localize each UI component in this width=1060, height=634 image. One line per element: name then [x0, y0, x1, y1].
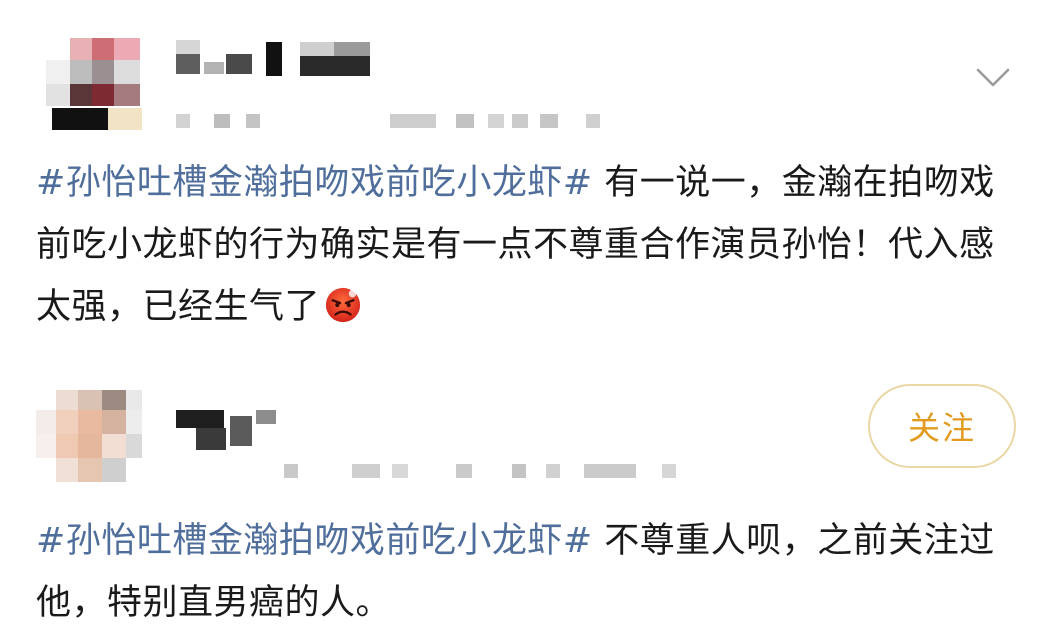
hashtag-link[interactable]: #孙怡吐槽金瀚拍吻戏前吃小龙虾#: [36, 521, 593, 561]
hashtag-link[interactable]: #孙怡吐槽金瀚拍吻戏前吃小龙虾#: [36, 163, 593, 203]
chevron-down-icon[interactable]: [976, 66, 1010, 90]
avatar[interactable]: [36, 390, 142, 486]
post-card: 关注 #孙怡吐槽金瀚拍吻戏前吃小龙虾# 不尊重人呗，之前关注过他，特别直男癌的人…: [0, 370, 1060, 634]
post-text: #孙怡吐槽金瀚拍吻戏前吃小龙虾# 不尊重人呗，之前关注过他，特别直男癌的人。: [36, 510, 1022, 634]
avatar[interactable]: [36, 38, 142, 134]
post-text: #孙怡吐槽金瀚拍吻戏前吃小龙虾# 有一说一，金瀚在拍吻戏前吃小龙虾的行为确实是有…: [36, 152, 1022, 338]
post-card: #孙怡吐槽金瀚拍吻戏前吃小龙虾# 有一说一，金瀚在拍吻戏前吃小龙虾的行为确实是有…: [0, 0, 1060, 370]
follow-button[interactable]: 关注: [868, 384, 1016, 468]
angry-face-emoji: [325, 287, 361, 323]
